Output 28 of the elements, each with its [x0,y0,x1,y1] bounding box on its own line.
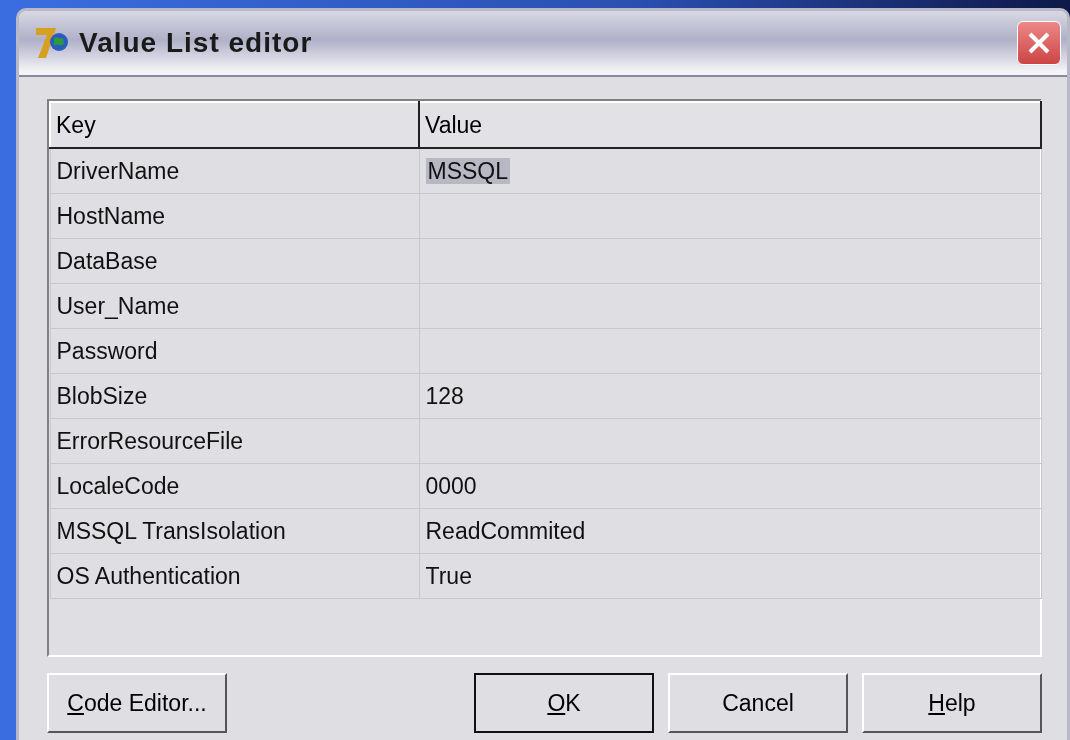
value-cell[interactable] [419,193,1041,239]
value-cell[interactable]: ReadCommited [419,508,1041,554]
value-cell[interactable]: True [419,553,1041,599]
key-cell[interactable]: LocaleCode [50,463,419,509]
window-title: Value List editor [79,27,314,59]
dialog-button[interactable]: Cancel [668,673,848,733]
key-cell[interactable]: HostName [50,193,419,239]
value-cell[interactable]: MSSQL [419,148,1041,194]
value-cell[interactable] [419,238,1041,284]
key-cell[interactable]: DriverName [50,148,419,194]
value-cell[interactable] [419,418,1041,464]
key-cell[interactable]: MSSQL TransIsolation [50,508,419,554]
column-header[interactable]: Key [50,102,419,148]
value-cell[interactable]: 0000 [419,463,1041,509]
key-cell[interactable]: ErrorResourceFile [50,418,419,464]
close-button[interactable] [1017,21,1061,65]
value-cell[interactable] [419,328,1041,374]
value-cell[interactable]: 128 [419,373,1041,419]
column-header[interactable]: Value [419,102,1041,148]
value-cell[interactable] [419,283,1041,329]
dialog-button[interactable]: Code Editor... [47,673,227,733]
key-cell[interactable]: DataBase [50,238,419,284]
key-cell[interactable]: User_Name [50,283,419,329]
key-cell[interactable]: OS Authentication [50,553,419,599]
dialog-button[interactable]: Help [862,673,1042,733]
key-cell[interactable]: BlobSize [50,373,419,419]
dialog-button[interactable]: OK [474,673,654,733]
key-cell[interactable]: Password [50,328,419,374]
